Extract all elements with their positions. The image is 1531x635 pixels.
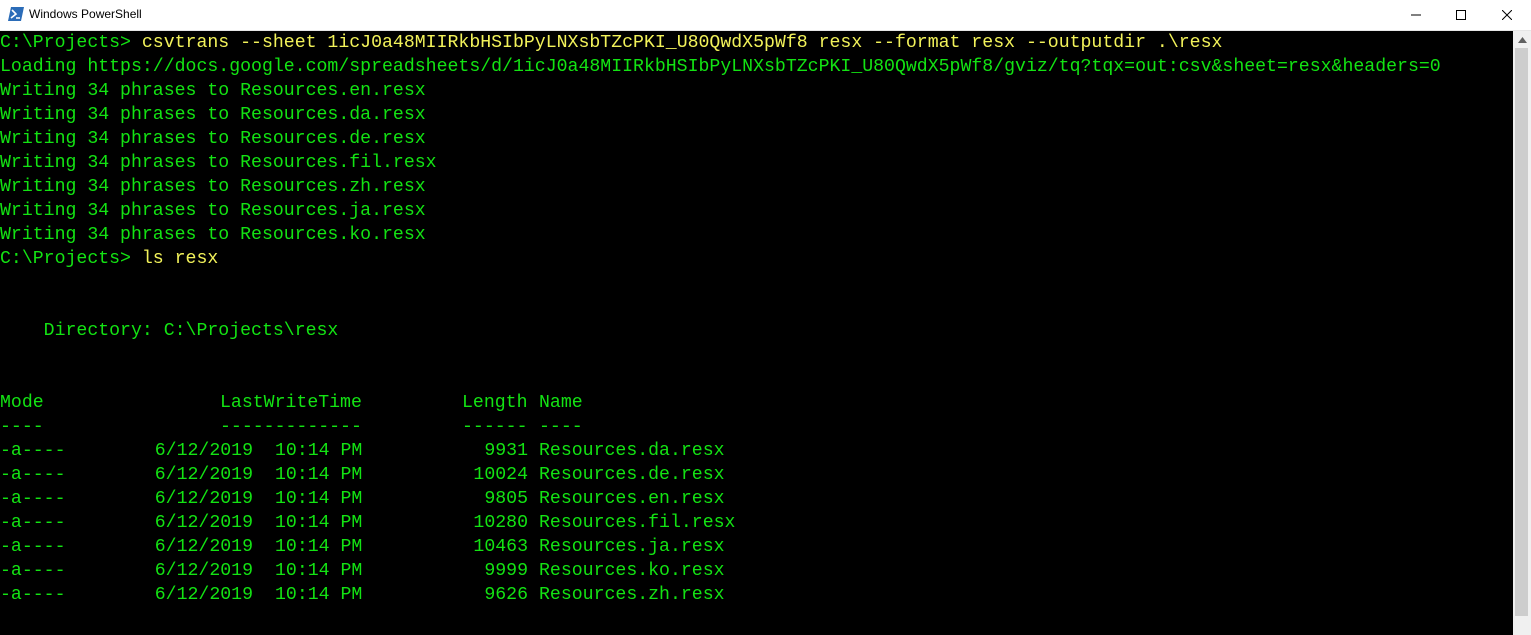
cell-mode: -a---- [0,561,66,581]
maximize-button[interactable] [1438,0,1484,30]
cell-length: 10463 [473,537,528,557]
writing-line: Writing 34 phrases to Resources.en.resx [0,81,426,101]
cell-name: Resources.fil.resx [539,513,736,533]
directory-line: Directory: C:\Projects\resx [0,321,339,341]
window-title: Windows PowerShell [29,7,142,21]
scrollbar-thumb[interactable] [1515,48,1528,616]
cell-name: Resources.da.resx [539,441,725,461]
cell-length: 9999 [484,561,528,581]
title-bar[interactable]: Windows PowerShell [0,0,1531,31]
header-name: Name [539,393,583,413]
separator-length: ------ [462,417,528,437]
cell-name: Resources.ja.resx [539,537,725,557]
chevron-up-icon [1517,36,1527,43]
prompt: C:\Projects> [0,249,142,269]
cell-length: 9931 [484,441,528,461]
cell-name: Resources.de.resx [539,465,725,485]
cell-date: 6/12/2019 [154,537,253,557]
scroll-up-button[interactable] [1513,31,1531,48]
close-button[interactable] [1484,0,1530,30]
terminal-output[interactable]: C:\Projects> csvtrans --sheet 1icJ0a48MI… [0,31,1513,635]
writing-line: Writing 34 phrases to Resources.zh.resx [0,177,426,197]
minimize-button[interactable] [1393,0,1439,30]
prompt: C:\Projects> [0,33,142,53]
separator-name: ---- [539,417,583,437]
header-lastwritetime: LastWriteTime [220,393,362,413]
cell-time: 10:14 PM [275,465,363,485]
command-text: csvtrans --sheet 1icJ0a48MIIRkbHSIbPyLNX… [141,33,1223,53]
powershell-icon [8,7,24,21]
cell-mode: -a---- [0,465,66,485]
cell-time: 10:14 PM [275,585,363,605]
maximize-icon [1456,10,1466,20]
cell-time: 10:14 PM [275,441,363,461]
cell-mode: -a---- [0,441,66,461]
cell-time: 10:14 PM [275,513,363,533]
cell-date: 6/12/2019 [154,441,253,461]
header-mode: Mode [0,393,44,413]
writing-line: Writing 34 phrases to Resources.ja.resx [0,201,426,221]
command-line-2: C:\Projects> ls resx [0,247,218,271]
vertical-scrollbar[interactable] [1513,31,1531,635]
cell-name: Resources.ko.resx [539,561,725,581]
cell-mode: -a---- [0,489,66,509]
cell-length: 9805 [484,489,528,509]
cell-date: 6/12/2019 [154,465,253,485]
cell-date: 6/12/2019 [154,489,253,509]
writing-line: Writing 34 phrases to Resources.da.resx [0,105,426,125]
cell-mode: -a---- [0,513,66,533]
command-line-1: C:\Projects> csvtrans --sheet 1icJ0a48MI… [0,31,1222,55]
powershell-window: Windows PowerShell C:\Projects> csvtrans… [0,0,1531,635]
writing-line: Writing 34 phrases to Resources.fil.resx [0,153,437,173]
cell-length: 10024 [473,465,528,485]
cell-mode: -a---- [0,585,66,605]
command-text: ls resx [141,249,219,269]
cell-length: 10280 [473,513,528,533]
cell-name: Resources.zh.resx [539,585,725,605]
close-icon [1502,10,1512,20]
cell-date: 6/12/2019 [154,561,253,581]
cell-time: 10:14 PM [275,561,363,581]
cell-time: 10:14 PM [275,537,363,557]
cell-name: Resources.en.resx [539,489,725,509]
cell-date: 6/12/2019 [154,513,253,533]
header-length: Length [462,393,528,413]
cell-time: 10:14 PM [275,489,363,509]
minimize-icon [1411,14,1421,16]
separator-lastwritetime: ------------- [220,417,362,437]
cell-date: 6/12/2019 [154,585,253,605]
cell-length: 9626 [484,585,528,605]
writing-line: Writing 34 phrases to Resources.ko.resx [0,225,426,245]
loading-line: Loading https://docs.google.com/spreadsh… [0,57,1441,77]
writing-line: Writing 34 phrases to Resources.de.resx [0,129,426,149]
separator-mode: ---- [0,417,44,437]
cell-mode: -a---- [0,537,66,557]
